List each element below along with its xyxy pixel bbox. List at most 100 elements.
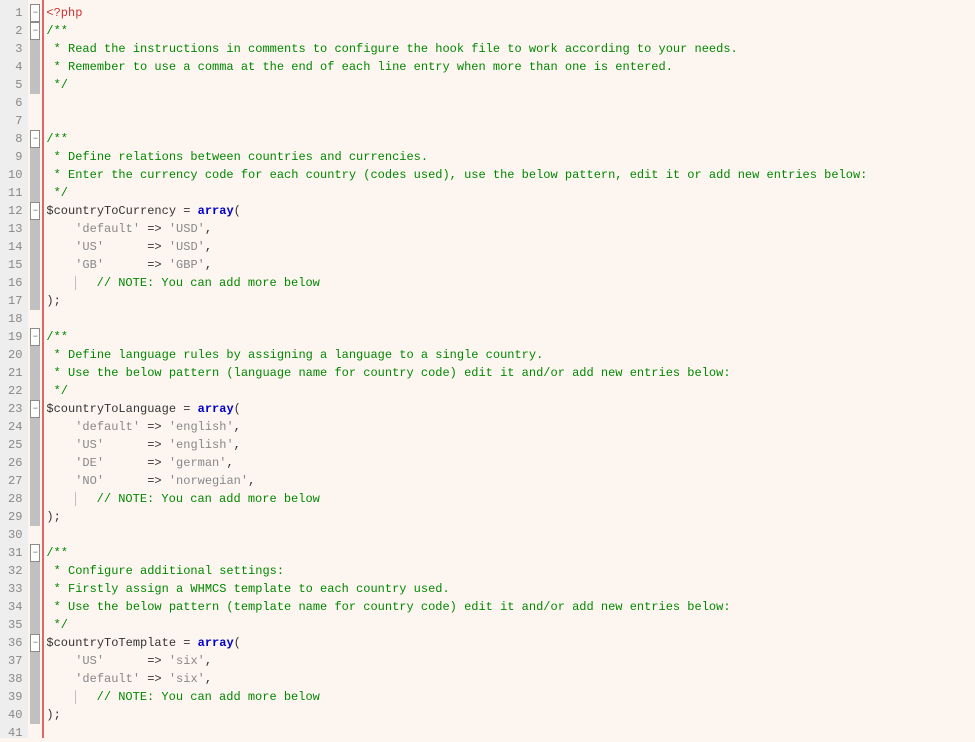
fold-column: −−−−−−−− (28, 0, 42, 738)
fold-collapse-icon[interactable]: − (30, 328, 40, 346)
code-line[interactable]: * Read the instructions in comments to c… (46, 40, 867, 58)
line-number: 17 (8, 292, 22, 310)
code-line[interactable]: ); (46, 706, 867, 724)
code-line[interactable]: * Use the below pattern (language name f… (46, 364, 867, 382)
code-line[interactable]: 'US' => 'USD', (46, 238, 867, 256)
fold-cell (30, 148, 40, 166)
fold-collapse-icon[interactable]: − (30, 22, 40, 40)
code-line[interactable]: 'default' => 'english', (46, 418, 867, 436)
code-line[interactable] (46, 94, 867, 112)
code-line[interactable]: */ (46, 76, 867, 94)
fold-cell: − (30, 328, 40, 346)
fold-cell (30, 616, 40, 634)
line-number: 18 (8, 310, 22, 328)
code-line[interactable]: // NOTE: You can add more below (46, 490, 867, 508)
code-line[interactable]: 'US' => 'six', (46, 652, 867, 670)
fold-cell (30, 562, 40, 580)
code-line[interactable] (46, 526, 867, 544)
fold-cell (30, 418, 40, 436)
code-line[interactable]: 'default' => 'USD', (46, 220, 867, 238)
code-line[interactable]: /** (46, 22, 867, 40)
line-number: 9 (8, 148, 22, 166)
code-editor: 1234567891011121314151617181920212223242… (0, 0, 975, 738)
line-number: 35 (8, 616, 22, 634)
fold-cell (30, 364, 40, 382)
code-line[interactable]: /** (46, 328, 867, 346)
line-number: 22 (8, 382, 22, 400)
code-line[interactable]: 'default' => 'six', (46, 670, 867, 688)
code-line[interactable]: <?php (46, 4, 867, 22)
fold-collapse-icon[interactable]: − (30, 634, 40, 652)
fold-cell (30, 310, 40, 328)
code-line[interactable]: /** (46, 130, 867, 148)
code-line[interactable]: * Define language rules by assigning a l… (46, 346, 867, 364)
fold-collapse-icon[interactable]: − (30, 400, 40, 418)
fold-cell (30, 292, 40, 310)
code-line[interactable]: */ (46, 616, 867, 634)
code-area[interactable]: <?php/** * Read the instructions in comm… (44, 0, 867, 738)
fold-collapse-icon[interactable]: − (30, 4, 40, 22)
line-number: 5 (8, 76, 22, 94)
line-number: 31 (8, 544, 22, 562)
fold-guide (30, 148, 40, 166)
fold-guide (30, 40, 40, 58)
fold-cell (30, 670, 40, 688)
line-number: 39 (8, 688, 22, 706)
code-line[interactable]: $countryToLanguage = array( (46, 400, 867, 418)
line-number: 27 (8, 472, 22, 490)
fold-collapse-icon[interactable]: − (30, 130, 40, 148)
fold-guide (30, 616, 40, 634)
fold-guide (30, 652, 40, 670)
fold-guide (30, 490, 40, 508)
fold-guide (30, 580, 40, 598)
line-number: 23 (8, 400, 22, 418)
code-line[interactable]: ); (46, 292, 867, 310)
code-line[interactable]: 'GB' => 'GBP', (46, 256, 867, 274)
fold-guide (30, 670, 40, 688)
fold-collapse-icon[interactable]: − (30, 202, 40, 220)
code-line[interactable]: * Define relations between countries and… (46, 148, 867, 166)
code-line[interactable]: /** (46, 544, 867, 562)
line-number: 19 (8, 328, 22, 346)
fold-cell (30, 220, 40, 238)
fold-cell (30, 580, 40, 598)
line-number: 8 (8, 130, 22, 148)
code-line[interactable]: * Enter the currency code for each count… (46, 166, 867, 184)
line-number: 2 (8, 22, 22, 40)
fold-guide (75, 492, 76, 506)
code-line[interactable]: $countryToTemplate = array( (46, 634, 867, 652)
fold-cell: − (30, 22, 40, 40)
fold-cell: − (30, 400, 40, 418)
fold-collapse-icon[interactable]: − (30, 544, 40, 562)
code-line[interactable]: * Configure additional settings: (46, 562, 867, 580)
code-line[interactable]: ); (46, 508, 867, 526)
code-line[interactable]: 'US' => 'english', (46, 436, 867, 454)
line-number: 1 (8, 4, 22, 22)
fold-guide (30, 382, 40, 400)
code-line[interactable]: // NOTE: You can add more below (46, 688, 867, 706)
code-line[interactable]: // NOTE: You can add more below (46, 274, 867, 292)
code-line[interactable]: 'NO' => 'norwegian', (46, 472, 867, 490)
code-line[interactable] (46, 310, 867, 328)
fold-guide (30, 58, 40, 76)
code-line[interactable]: * Use the below pattern (template name f… (46, 598, 867, 616)
code-line[interactable]: $countryToCurrency = array( (46, 202, 867, 220)
code-line[interactable] (46, 724, 867, 742)
fold-guide (30, 508, 40, 526)
fold-guide (30, 418, 40, 436)
line-number: 3 (8, 40, 22, 58)
line-number: 30 (8, 526, 22, 544)
fold-guide (30, 472, 40, 490)
line-number: 16 (8, 274, 22, 292)
code-line[interactable]: */ (46, 382, 867, 400)
fold-cell: − (30, 202, 40, 220)
code-line[interactable]: * Remember to use a comma at the end of … (46, 58, 867, 76)
code-line[interactable]: 'DE' => 'german', (46, 454, 867, 472)
line-number: 37 (8, 652, 22, 670)
fold-cell (30, 76, 40, 94)
line-number: 10 (8, 166, 22, 184)
code-line[interactable]: * Firstly assign a WHMCS template to eac… (46, 580, 867, 598)
line-number: 12 (8, 202, 22, 220)
code-line[interactable]: */ (46, 184, 867, 202)
code-line[interactable] (46, 112, 867, 130)
